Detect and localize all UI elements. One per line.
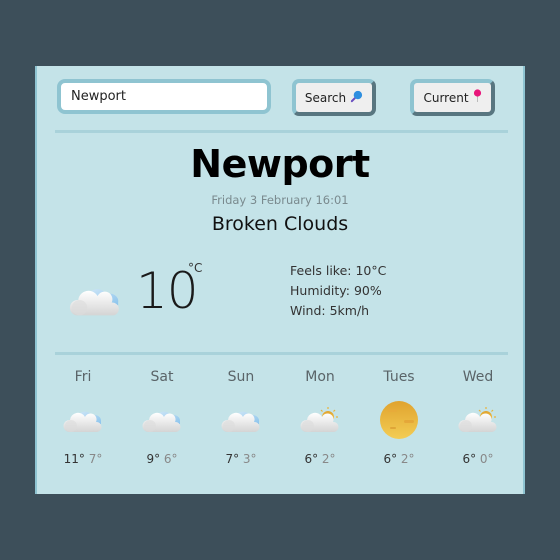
forecast-low: 0° <box>479 452 494 466</box>
forecast-day-name: Sun <box>227 369 255 385</box>
broken-clouds-icon <box>122 397 202 442</box>
forecast-high: 11° <box>63 452 85 466</box>
current-location-button[interactable]: Current <box>410 79 495 116</box>
divider <box>55 352 508 355</box>
forecast-day-name: Mon <box>305 369 335 385</box>
forecast-low: 2° <box>321 452 336 466</box>
forecast-low: 6° <box>163 452 178 466</box>
broken-clouds-icon <box>43 397 123 442</box>
forecast-high: 9° <box>146 452 161 466</box>
forecast-day: Wed 6° 0° <box>438 369 518 466</box>
forecast-day: Fri 11° 7° <box>43 369 123 466</box>
forecast-day: Tues 6° 2° <box>359 369 439 466</box>
broken-clouds-icon <box>201 397 281 442</box>
humidity: Humidity: 90% <box>290 283 382 298</box>
divider <box>55 130 508 133</box>
wind: Wind: 5km/h <box>290 303 370 318</box>
forecast-day-name: Fri <box>74 369 92 385</box>
forecast-temps: 9° 6° <box>122 452 202 466</box>
forecast-day: Sun 7° 3° <box>201 369 281 466</box>
forecast-high: 7° <box>225 452 240 466</box>
weather-description: Broken Clouds <box>211 213 349 235</box>
weather-details: Feels like: 10°C Humidity: 90% Wind: 5km… <box>290 261 386 321</box>
feels-like: Feels like: 10°C <box>290 263 387 278</box>
current-button-label: Current <box>423 90 469 105</box>
partly-cloudy-icon <box>438 397 518 442</box>
pushpin-icon <box>473 89 482 106</box>
search-button[interactable]: Search <box>292 79 376 116</box>
forecast-day-name: Wed <box>462 369 494 385</box>
temperature-unit: °C <box>188 261 203 275</box>
forecast-low: 7° <box>88 452 103 466</box>
weather-panel: Search Current Newport Friday 3 February… <box>35 66 525 494</box>
forecast-day: Sat 9° 6° <box>122 369 202 466</box>
forecast-temps: 7° 3° <box>201 452 281 466</box>
forecast-temps: 6° 2° <box>359 452 439 466</box>
forecast-low: 3° <box>242 452 257 466</box>
partly-cloudy-icon <box>280 397 360 442</box>
forecast-temps: 11° 7° <box>43 452 123 466</box>
forecast-day: Mon 6° 2° <box>280 369 360 466</box>
forecast-temps: 6° 2° <box>280 452 360 466</box>
forecast-day-name: Sat <box>150 369 174 385</box>
forecast-low: 2° <box>400 452 415 466</box>
forecast-high: 6° <box>462 452 477 466</box>
forecast-temps: 6° 0° <box>438 452 518 466</box>
broken-clouds-icon <box>69 282 121 322</box>
search-button-label: Search <box>304 90 347 105</box>
forecast-day-name: Tues <box>383 369 415 385</box>
current-datetime: Friday 3 February 16:01 <box>211 193 349 207</box>
forecast-high: 6° <box>304 452 319 466</box>
city-search-input[interactable] <box>57 79 271 114</box>
clear-sky-icon <box>359 397 439 442</box>
forecast-high: 6° <box>383 452 398 466</box>
city-name: Newport <box>190 142 370 186</box>
magnifier-icon <box>350 90 363 106</box>
